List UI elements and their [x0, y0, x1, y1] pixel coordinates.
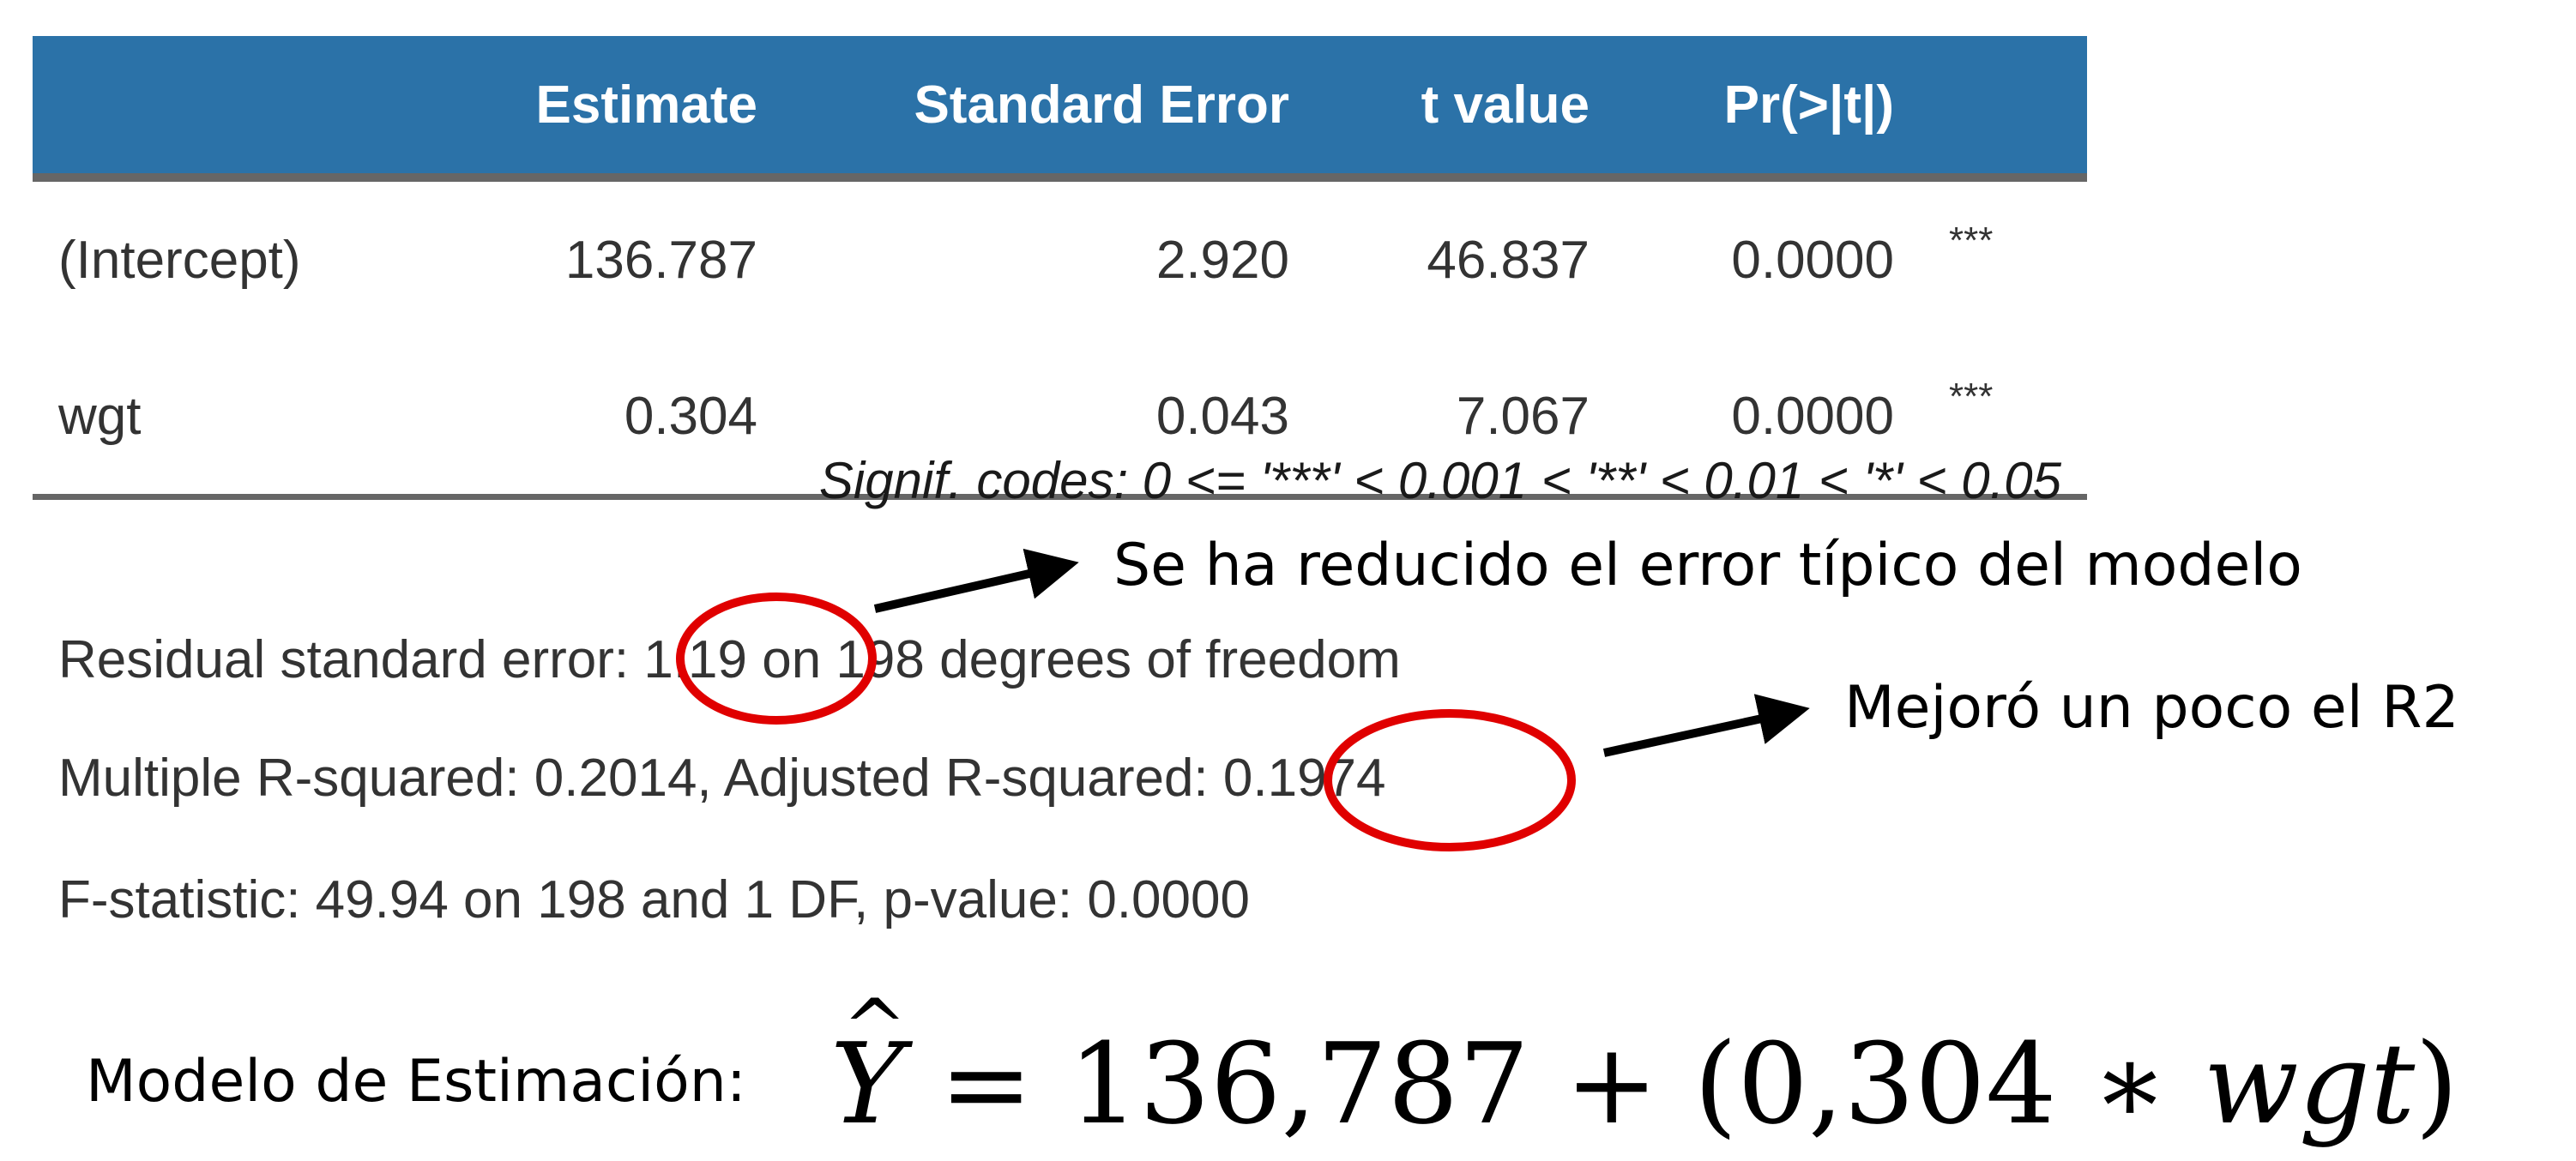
formula-open-paren: (: [1693, 1019, 1738, 1149]
highlight-ellipse-r-squared: [1324, 709, 1576, 851]
formula-equals: =: [939, 1019, 1034, 1149]
formula-plus: +: [1565, 1019, 1659, 1149]
formula-intercept: 136,787: [1068, 1019, 1530, 1149]
formula-times: ∗: [2091, 1019, 2169, 1149]
formula-close-paren: ): [2415, 1019, 2458, 1149]
model-formula: Y ^ = 136,787 + (0,304 ∗ wgt): [830, 983, 2458, 1149]
formula-coefficient: 0,304: [1737, 1019, 2057, 1149]
annotation-overlay: [676, 548, 1810, 851]
arrow-to-note2: [1602, 694, 1810, 757]
formula-variable: wgt: [2203, 1019, 2416, 1149]
highlight-ellipse-residual: [676, 593, 877, 725]
hat-accent: ^: [842, 983, 908, 1073]
model-label: Modelo de Estimación:: [86, 1048, 746, 1116]
y-hat-symbol: Y ^: [830, 983, 907, 1149]
arrow-to-note1: [873, 548, 1079, 613]
